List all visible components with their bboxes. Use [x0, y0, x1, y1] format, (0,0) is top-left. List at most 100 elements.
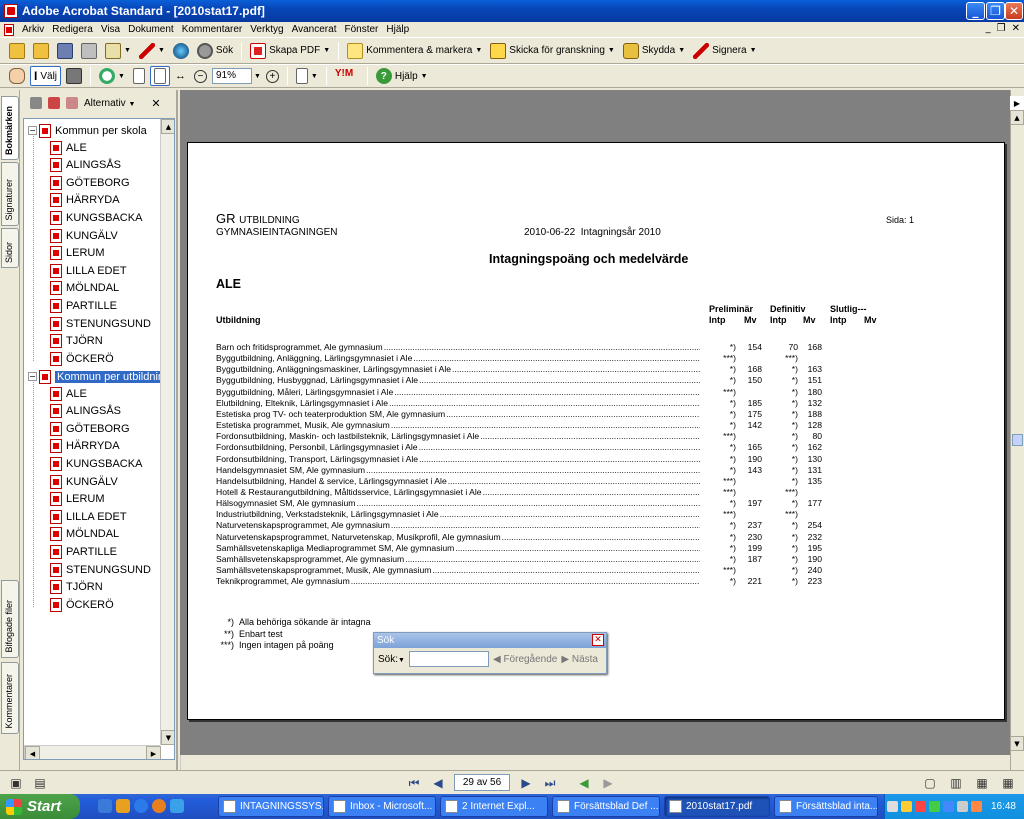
menu-hjalp[interactable]: Hjälp [382, 24, 413, 35]
page-options-icon[interactable]: ▤ [32, 775, 48, 791]
create-pdf-button[interactable]: Skapa PDF ▼ [247, 41, 333, 61]
first-page-button[interactable]: ⏮ [406, 775, 422, 791]
taskbar-item[interactable]: Försättsblad inta... [774, 796, 878, 817]
bookmark-item[interactable]: KUNGÄLV [50, 227, 118, 244]
find-input[interactable] [408, 651, 489, 667]
save-button[interactable] [54, 41, 76, 61]
fit-page-button[interactable] [149, 66, 170, 86]
collapse-icon[interactable]: − [28, 126, 37, 135]
outlook-icon[interactable] [116, 799, 130, 813]
tray-app-icon[interactable] [970, 801, 982, 812]
find-options[interactable]: Sök:▼ [378, 654, 405, 665]
next-page-button[interactable]: ▶ [518, 775, 534, 791]
organizer-button[interactable] [30, 41, 52, 61]
bookmark-item[interactable]: TJÖRN [50, 579, 103, 596]
start-button[interactable]: Start [0, 794, 80, 819]
bookmark-item[interactable]: ALINGSÅS [50, 403, 121, 420]
options-menu[interactable]: Alternativ ▼ [84, 98, 135, 109]
scroll-down-icon[interactable]: ▼ [1010, 736, 1024, 751]
bookmark-item[interactable]: ÖCKERÖ [50, 350, 114, 367]
trash-icon[interactable] [30, 97, 42, 109]
tray-network-icon[interactable] [942, 801, 954, 812]
snapshot-tool-button[interactable] [63, 66, 85, 86]
doc-minimize-button[interactable]: _ [986, 23, 991, 34]
bookmark-item[interactable]: ALE [50, 139, 87, 156]
hand-tool-button[interactable] [6, 66, 28, 86]
send-review-button[interactable]: Skicka för granskning ▼ [487, 41, 618, 61]
last-page-button[interactable]: ⏭ [542, 775, 558, 791]
tray-mail-icon[interactable] [900, 801, 912, 812]
secure-button[interactable]: Skydda ▼ [620, 41, 688, 61]
select-tool-button[interactable]: I Välj [30, 66, 62, 86]
scroll-left-icon[interactable]: ◀ [25, 746, 40, 759]
find-previous-button[interactable]: ◀ Föregående [493, 654, 557, 665]
bookmark-group-kommun-per-utbildning[interactable]: − Kommun per utbildning [28, 368, 173, 385]
previous-view-button[interactable]: ◀ [576, 775, 592, 791]
scroll-up-icon[interactable]: ▲ [161, 119, 174, 134]
continuous-facing-icon[interactable]: ▦ [1000, 775, 1016, 791]
bookmarks-horizontal-scrollbar[interactable]: ◀ ▶ [24, 745, 161, 759]
menu-dokument[interactable]: Dokument [124, 24, 178, 35]
page-number-field[interactable]: 29 av 56 [454, 774, 510, 791]
rotate-view-button[interactable]: ▼ [293, 66, 321, 86]
attach-button[interactable]: ▼ [136, 41, 168, 61]
sign-button[interactable]: Signera ▼ [690, 41, 759, 61]
help-button[interactable]: ? Hjälp ▼ [373, 66, 431, 86]
zoom-in-button[interactable]: + [263, 66, 282, 86]
bookmark-group-kommun-per-skola[interactable]: − Kommun per skola [28, 122, 147, 139]
tab-pages[interactable]: Sidor [1, 228, 19, 268]
single-page-icon[interactable]: ▢ [922, 775, 938, 791]
tray-volume-icon[interactable] [956, 801, 968, 812]
tab-attachments[interactable]: Bifogade filer [1, 580, 19, 658]
taskbar-item[interactable]: 2 Internet Expl... [440, 796, 548, 817]
menu-verktyg[interactable]: Verktyg [246, 24, 287, 35]
bookmark-item[interactable]: MÖLNDAL [50, 526, 119, 543]
tray-expand-icon[interactable] [886, 801, 898, 812]
minimize-button[interactable]: _ [966, 2, 985, 20]
acrobat-app-icon[interactable] [4, 4, 18, 18]
email-button[interactable]: ▼ [102, 41, 134, 61]
bookmark-item[interactable]: GÖTEBORG [50, 420, 130, 437]
expand-bookmark-icon[interactable] [66, 97, 78, 109]
doc-close-button[interactable]: ✕ [1012, 23, 1020, 34]
bookmark-item[interactable]: LERUM [50, 245, 105, 262]
taskbar-item[interactable]: Inbox - Microsoft... [328, 796, 436, 817]
facing-icon[interactable]: ▦ [974, 775, 990, 791]
collapse-icon[interactable]: − [28, 372, 37, 381]
panel-arrow-icon[interactable]: ▶ [1010, 96, 1024, 111]
web-button[interactable] [170, 41, 192, 61]
menu-avancerat[interactable]: Avancerat [288, 24, 341, 35]
zoom-dropdown-icon[interactable]: ▼ [254, 73, 261, 80]
bookmark-item[interactable]: TJÖRN [50, 333, 103, 350]
find-next-button[interactable]: ▶ Nästa [561, 654, 598, 665]
fit-width-button[interactable]: ↔ [172, 66, 189, 86]
tab-bookmarks[interactable]: Bokmärken [1, 96, 19, 160]
continuous-icon[interactable]: ▥ [948, 775, 964, 791]
bookmark-item[interactable]: KUNGSBACKA [50, 455, 142, 472]
previous-page-button[interactable]: ◀ [430, 775, 446, 791]
tab-signatures[interactable]: Signaturer [1, 162, 19, 226]
menu-redigera[interactable]: Redigera [48, 24, 97, 35]
menu-visa[interactable]: Visa [97, 24, 124, 35]
close-icon[interactable]: ✕ [592, 634, 604, 646]
document-horizontal-scrollbar[interactable] [180, 755, 1010, 770]
document-vertical-scrollbar[interactable]: ▶ ▲ ▼ [1010, 90, 1024, 770]
bookmark-item[interactable]: STENUNGSUND [50, 315, 151, 332]
scroll-down-icon[interactable]: ▼ [161, 730, 174, 745]
bookmark-item[interactable]: HÄRRYDA [50, 192, 120, 209]
open-button[interactable] [6, 41, 28, 61]
comment-markup-button[interactable]: Kommentera & markera ▼ [344, 41, 485, 61]
bookmark-item[interactable]: STENUNGSUND [50, 561, 151, 578]
taskbar-item[interactable]: INTAGNINGSSYS... [218, 796, 324, 817]
search-button[interactable]: Sök [194, 41, 236, 61]
bookmark-item[interactable]: ALINGSÅS [50, 157, 121, 174]
bookmark-item[interactable]: LILLA EDET [50, 262, 127, 279]
print-button[interactable] [78, 41, 100, 61]
bookmark-item[interactable]: LILLA EDET [50, 508, 127, 525]
zoom-level-field[interactable]: 91% [211, 68, 252, 84]
show-desktop-icon[interactable] [98, 799, 112, 813]
ie-icon[interactable] [134, 799, 148, 813]
pages-panel-icon[interactable]: ▣ [8, 775, 24, 791]
zoom-out-button[interactable]: − [191, 66, 210, 86]
menu-kommentarer[interactable]: Kommentarer [178, 24, 247, 35]
